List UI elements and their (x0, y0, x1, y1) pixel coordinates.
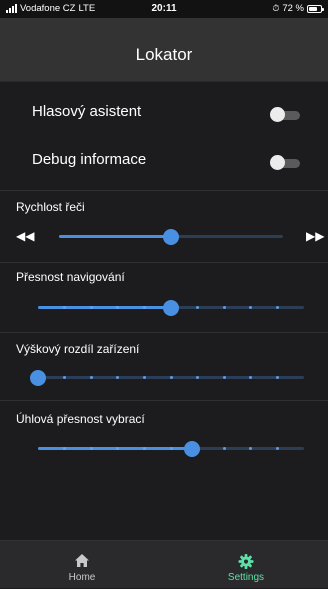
divider (0, 262, 328, 263)
slider-thumb[interactable] (184, 440, 201, 457)
slider-step-dot (63, 376, 67, 379)
slider-step-dot (222, 447, 226, 450)
height-difference-label: Výškový rozdíl zařízení (16, 342, 140, 356)
voice-assistant-label: Hlasový asistent (32, 103, 142, 120)
alarm-icon: ⏱ (272, 3, 280, 13)
debug-info-label: Debug informace (32, 151, 147, 168)
slider-step-dot (169, 376, 173, 379)
slider-step-dot (275, 306, 279, 309)
slider-step-dot (89, 447, 93, 450)
slower-button[interactable]: ◀◀ (16, 230, 34, 242)
tab-settings-label: Settings (227, 572, 265, 583)
battery-percentage: 72 % (282, 3, 304, 14)
speech-rate-slider[interactable] (59, 228, 283, 245)
slider-step-dot (89, 376, 93, 379)
slider-step-dot (222, 376, 226, 379)
settings-content: Hlasový asistent Debug informace Rychlos… (0, 82, 328, 540)
slider-step-dot (249, 306, 253, 309)
navigation-precision-label: Přesnost navigování (16, 270, 125, 284)
divider (0, 332, 328, 333)
tab-bar: Home Settings (0, 540, 328, 588)
slider-step-dot (142, 447, 146, 450)
divider (0, 190, 328, 191)
home-icon (75, 554, 89, 572)
page-title: Lokator (135, 45, 193, 64)
height-difference-slider[interactable] (30, 369, 304, 386)
slider-step-dot (222, 306, 226, 309)
app-header: Lokator (0, 18, 328, 82)
voice-assistant-switch[interactable] (270, 107, 300, 122)
angular-precision-label: Úhlová přesnost vybrací (16, 412, 145, 426)
slider-step-dot (116, 376, 120, 379)
speech-rate-label: Rychlost řeči (16, 200, 85, 214)
height-difference-section: Výškový rozdíl zařízení (0, 342, 328, 394)
slider-thumb[interactable] (163, 299, 179, 316)
slider-step-dot (142, 306, 146, 309)
divider (0, 400, 328, 401)
slider-step-dot (142, 376, 146, 379)
slider-fill (59, 235, 171, 238)
slider-step-dot (249, 447, 253, 450)
navigation-precision-slider[interactable] (38, 299, 304, 316)
angular-precision-section: Úhlová přesnost vybrací (0, 412, 328, 464)
navigation-precision-section: Přesnost navigování (0, 270, 328, 322)
switch-thumb (270, 155, 285, 170)
slider-thumb[interactable] (163, 228, 179, 245)
speech-rate-section: Rychlost řeči ◀◀ ▶▶ (0, 200, 328, 262)
angular-precision-slider[interactable] (38, 440, 304, 457)
tab-settings[interactable]: Settings (164, 541, 328, 589)
faster-button[interactable]: ▶▶ (306, 230, 324, 242)
gear-icon (238, 554, 254, 574)
battery-level (309, 6, 317, 11)
status-bar: Vodafone CZ LTE 20:11 ⏱ 72 % (0, 0, 328, 18)
debug-info-row: Debug informace (0, 137, 328, 185)
slider-step-dot (275, 376, 279, 379)
switch-thumb (270, 107, 285, 122)
slider-step-dot (275, 447, 279, 450)
slider-step-dot (169, 447, 173, 450)
slider-thumb[interactable] (30, 369, 46, 386)
slider-step-dot (249, 376, 253, 379)
status-right: ⏱ 72 % (272, 3, 324, 14)
slider-fill (38, 306, 171, 309)
tab-home-label: Home (68, 572, 96, 583)
slider-step-dot (196, 306, 200, 309)
slider-step-dot (196, 376, 200, 379)
tab-home[interactable]: Home (0, 541, 164, 589)
voice-assistant-row: Hlasový asistent (0, 89, 328, 137)
debug-info-switch[interactable] (270, 155, 300, 170)
slider-step-dot (89, 306, 93, 309)
battery-icon (307, 4, 324, 13)
